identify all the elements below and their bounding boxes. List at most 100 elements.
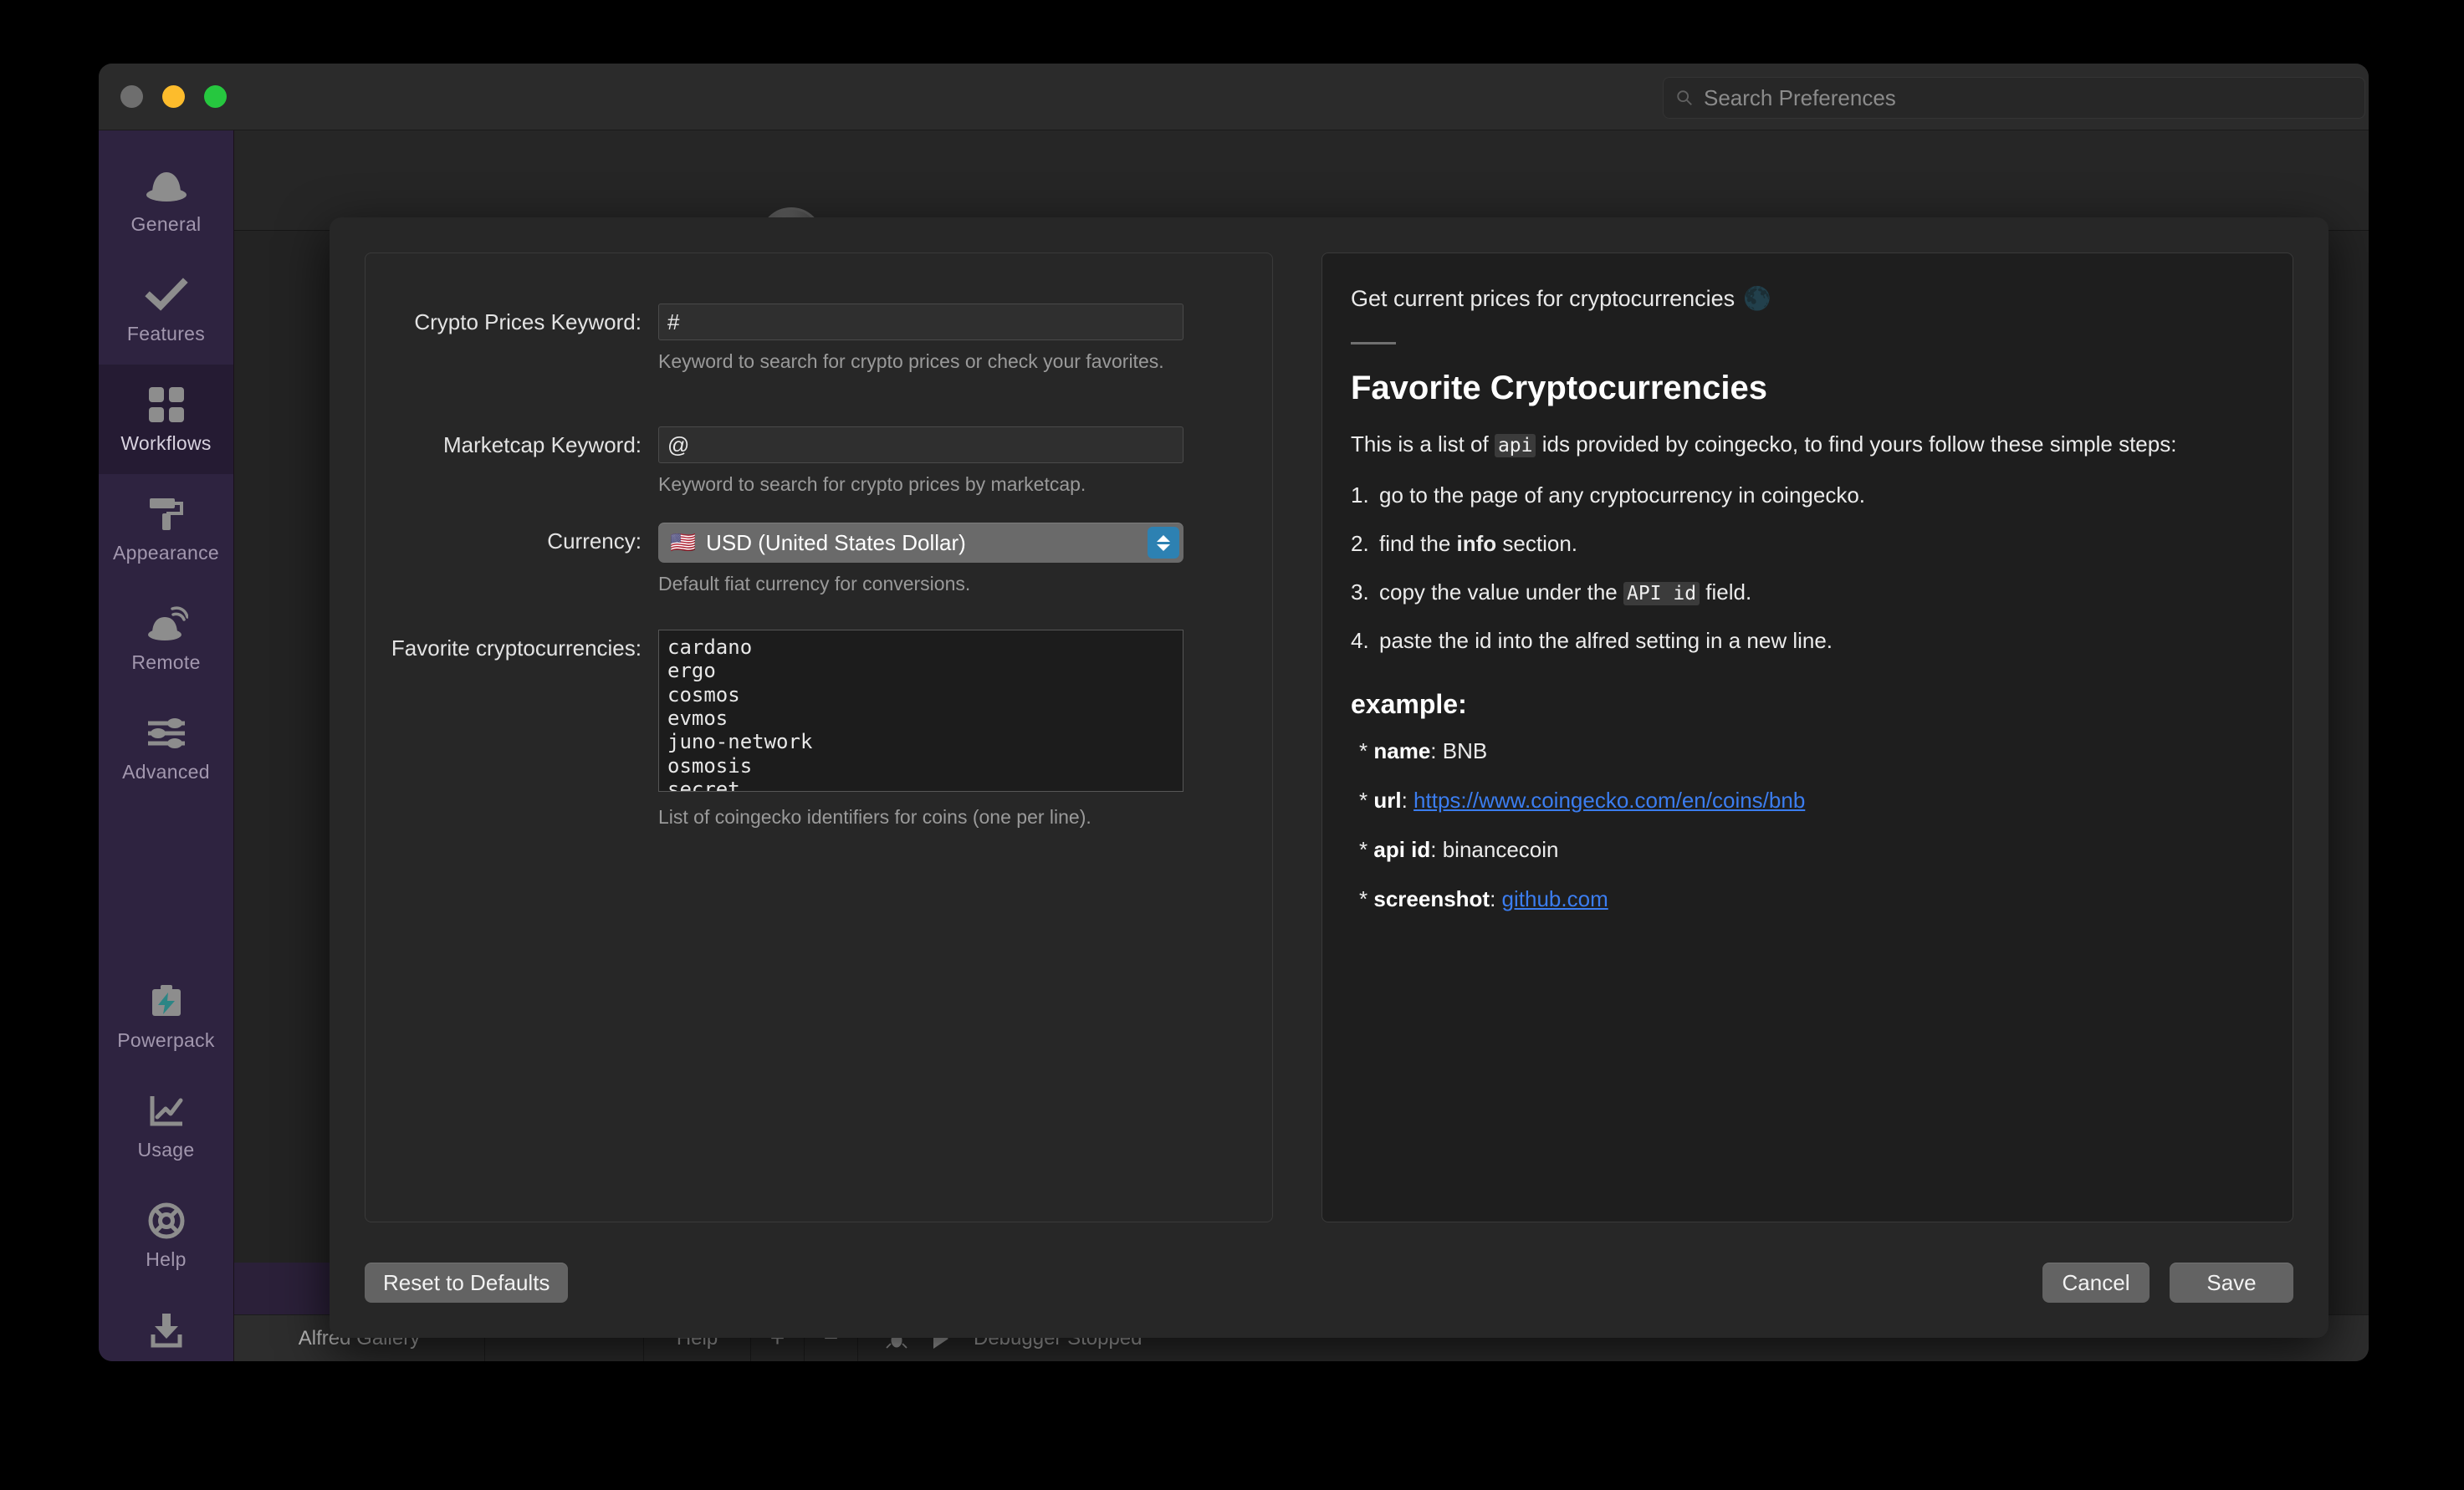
hat-icon — [145, 165, 188, 207]
sidebar-item-help[interactable]: Help — [99, 1181, 233, 1290]
step-number: 3. — [1351, 579, 1369, 605]
sidebar-item-usage[interactable]: Usage — [99, 1071, 233, 1181]
sidebar-item-workflows[interactable]: Workflows — [99, 365, 233, 474]
crypto-prices-keyword-input[interactable] — [658, 304, 1183, 340]
chart-icon — [145, 1090, 188, 1132]
configuration-form-panel: Crypto Prices Keyword: Keyword to search… — [365, 253, 1273, 1222]
grid-icon — [145, 384, 188, 426]
currency-selected-value: USD (United States Dollar) — [706, 529, 966, 555]
minimize-button[interactable] — [162, 85, 185, 108]
field-label: Favorite cryptocurrencies: — [391, 635, 642, 661]
close-button[interactable] — [120, 85, 143, 108]
flag-icon: 🇺🇸 — [670, 530, 697, 554]
step-text-post: section. — [1496, 530, 1577, 556]
example-value: BNB — [1442, 737, 1488, 763]
field-favorite-cryptocurrencies: Favorite cryptocurrencies: cardano ergo … — [366, 630, 1183, 829]
sidebar-item-update[interactable]: Update — [99, 1290, 233, 1361]
field-marketcap-keyword: Marketcap Keyword: Keyword to search for… — [366, 426, 1183, 497]
field-hint: Keyword to search for crypto prices or c… — [658, 350, 1164, 372]
list-item: * screenshot: github.com — [1359, 885, 1608, 911]
marketcap-keyword-input[interactable] — [658, 426, 1183, 463]
list-item: 3. copy the value under the API id field… — [1351, 579, 2264, 605]
currency-select[interactable]: 🇺🇸 USD (United States Dollar) — [658, 523, 1183, 563]
sidebar-item-advanced[interactable]: Advanced — [99, 693, 233, 803]
reset-to-defaults-button[interactable]: Reset to Defaults — [365, 1263, 569, 1303]
doc-steps-list: 1. go to the page of any cryptocurrency … — [1351, 482, 2264, 654]
favorite-cryptocurrencies-textarea[interactable]: cardano ergo cosmos evmos juno-network o… — [658, 630, 1183, 792]
doc-paragraph-post: ids provided by coingecko, to find yours… — [1536, 431, 2177, 457]
example-key: name — [1373, 737, 1431, 763]
step-text: go to the page of any cryptocurrency in … — [1379, 482, 1866, 508]
field-label: Currency: — [547, 528, 642, 554]
title-bar: Search Preferences — [99, 64, 2369, 130]
step-text: copy the value under the — [1379, 579, 1623, 605]
workflow-configuration-sheet: Crypto Prices Keyword: Keyword to search… — [330, 217, 2329, 1338]
maximize-button[interactable] — [204, 85, 227, 108]
preferences-window: Search Preferences General Features Work… — [99, 64, 2369, 1361]
field-currency: Currency: 🇺🇸 USD (United States Dollar) … — [366, 523, 1183, 596]
list-item: * name: BNB — [1359, 737, 1488, 763]
horizontal-rule — [1351, 342, 1396, 344]
bullet: * — [1359, 787, 1368, 813]
sidebar-item-powerpack[interactable]: Powerpack — [99, 962, 233, 1071]
workflow-header — [234, 130, 2369, 231]
step-number: 2. — [1351, 530, 1369, 556]
search-preferences-field[interactable]: Search Preferences — [1663, 77, 2365, 119]
lifebuoy-icon — [145, 1200, 188, 1242]
sidebar-item-remote[interactable]: Remote — [99, 584, 233, 693]
download-icon — [145, 1309, 188, 1351]
search-placeholder: Search Preferences — [1704, 84, 1896, 110]
field-hint: List of coingecko identifiers for coins … — [658, 806, 1091, 828]
field-crypto-prices-keyword: Crypto Prices Keyword: Keyword to search… — [366, 304, 1183, 374]
coingecko-link[interactable]: https://www.coingecko.com/en/coins/bnb — [1413, 788, 1805, 813]
sidebar-item-label: Appearance — [112, 542, 220, 564]
bullet: * — [1359, 885, 1368, 911]
preferences-sidebar: General Features Workflows Appearance Re… — [99, 130, 234, 1361]
sidebar-item-label: Remote — [131, 651, 201, 673]
sidebar-item-general[interactable]: General — [99, 145, 233, 255]
documentation-panel: Get current prices for cryptocurrencies … — [1321, 253, 2293, 1222]
sidebar-item-label: Update — [135, 1358, 198, 1361]
moon-emoji-icon: 🌑 — [1743, 286, 1771, 311]
save-button[interactable]: Save — [2170, 1263, 2293, 1303]
sidebar-item-label: Advanced — [122, 761, 210, 783]
powerpack-icon — [145, 981, 188, 1023]
doc-intro-text: Get current prices for cryptocurrencies — [1351, 285, 1736, 311]
sidebar-item-label: General — [130, 213, 202, 235]
sidebar-item-label: Usage — [137, 1139, 195, 1161]
example-heading: example: — [1351, 688, 1467, 719]
sidebar-item-label: Workflows — [120, 432, 212, 454]
paint-roller-icon — [145, 493, 188, 535]
sidebar-item-label: Features — [126, 323, 206, 344]
check-icon — [144, 274, 188, 316]
example-list: * name: BNB * url: https://www.coingecko… — [1351, 738, 2264, 912]
remote-hat-icon — [145, 603, 188, 645]
doc-paragraph: This is a list of api ids provided by co… — [1351, 429, 2264, 461]
step-text: find the — [1379, 530, 1457, 556]
traffic-lights — [120, 85, 227, 108]
field-hint: Default fiat currency for conversions. — [658, 573, 971, 594]
sliders-icon — [145, 712, 188, 754]
step-number: 1. — [1351, 482, 1369, 508]
example-key: screenshot — [1373, 885, 1490, 911]
github-link[interactable]: github.com — [1502, 886, 1608, 911]
sidebar-item-appearance[interactable]: Appearance — [99, 474, 233, 584]
search-icon — [1677, 90, 1692, 105]
list-item: 2. find the info section. — [1351, 531, 2264, 557]
list-item: * api id: binancecoin — [1359, 836, 1559, 862]
list-item: 4. paste the id into the alfred setting … — [1351, 628, 2264, 654]
step-number: 4. — [1351, 627, 1369, 653]
sidebar-item-label: Powerpack — [117, 1029, 215, 1051]
step-text: paste the id into the alfred setting in … — [1379, 627, 1833, 653]
list-item: 1. go to the page of any cryptocurrency … — [1351, 482, 2264, 508]
field-label: Marketcap Keyword: — [443, 432, 642, 457]
doc-paragraph-pre: This is a list of — [1351, 431, 1495, 457]
step-bold: info — [1456, 530, 1497, 556]
cancel-button[interactable]: Cancel — [2042, 1263, 2150, 1303]
field-label: Crypto Prices Keyword: — [414, 309, 642, 334]
bullet: * — [1359, 836, 1368, 862]
sidebar-item-features[interactable]: Features — [99, 255, 233, 365]
chevron-updown-icon[interactable] — [1148, 527, 1179, 559]
sidebar-item-label: Help — [146, 1248, 187, 1270]
